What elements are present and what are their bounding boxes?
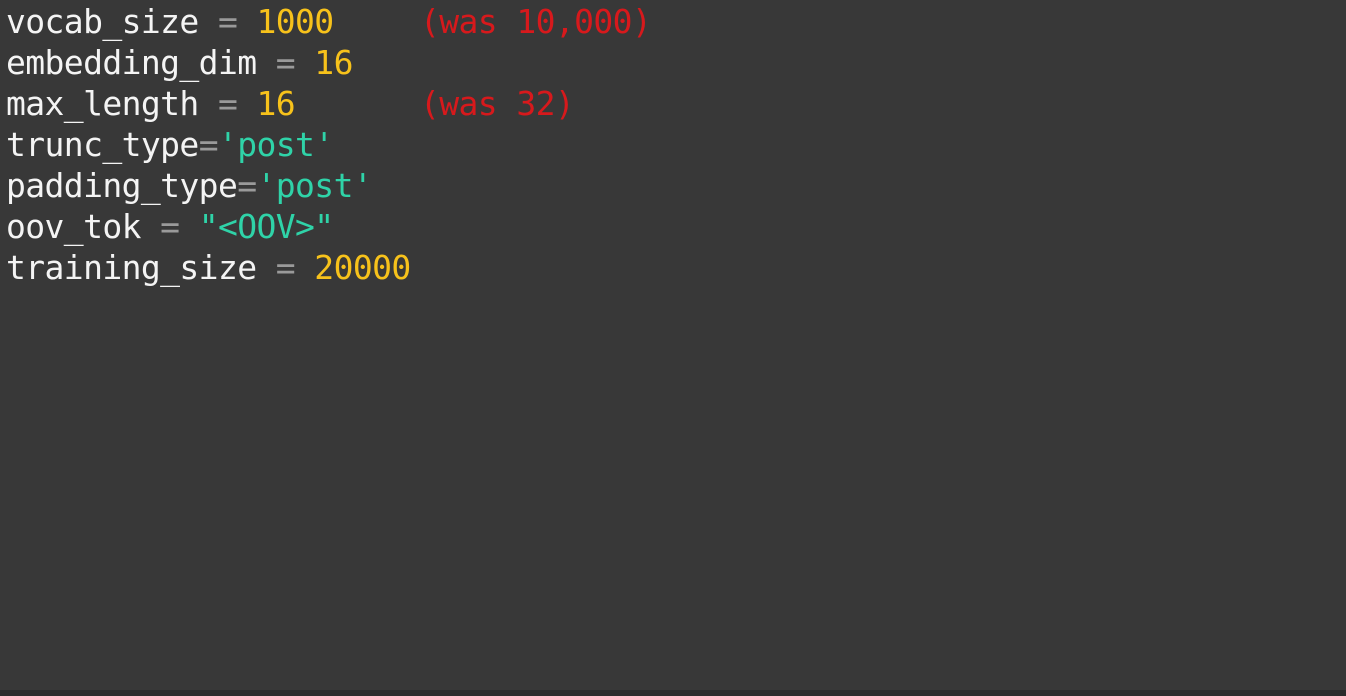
- assignment-operator: =: [256, 43, 315, 82]
- variable-name: training_size: [6, 248, 257, 287]
- code-line-padding-type: padding_type='post': [6, 165, 373, 206]
- variable-name: padding_type: [6, 166, 238, 205]
- variable-name: oov_tok: [6, 207, 141, 246]
- numeric-value: 1000: [256, 2, 335, 41]
- string-value: "<OOV>": [198, 207, 334, 246]
- variable-name: max_length: [6, 84, 199, 123]
- assignment-operator: =: [256, 248, 315, 287]
- assignment-operator: =: [237, 166, 257, 205]
- numeric-value: 16: [256, 84, 296, 123]
- code-line-oov-tok: oov_tok = "<OOV>": [6, 206, 334, 247]
- code-line-training-size: training_size = 20000: [6, 247, 411, 288]
- string-value: 'post': [217, 125, 334, 164]
- variable-name: trunc_type: [6, 125, 199, 164]
- assignment-operator: =: [140, 207, 199, 246]
- bottom-border: [0, 690, 1346, 696]
- numeric-value: 16: [314, 43, 353, 82]
- code-line-embedding-dim: embedding_dim = 16: [6, 42, 353, 83]
- code-editor: vocab_size = 1000 (was 10,000) embedding_…: [0, 0, 1346, 690]
- string-value: 'post': [256, 166, 373, 205]
- numeric-value: 20000: [314, 248, 411, 287]
- assignment-operator: =: [198, 2, 257, 41]
- previous-value-annotation: (was 32): [420, 84, 575, 123]
- variable-name: embedding_dim: [6, 43, 257, 82]
- code-line-vocab-size: vocab_size = 1000 (was 10,000): [6, 1, 652, 42]
- code-line-trunc-type: trunc_type='post': [6, 124, 334, 165]
- assignment-operator: =: [198, 125, 219, 164]
- previous-value-annotation: (was 10,000): [420, 2, 652, 41]
- assignment-operator: =: [198, 84, 257, 123]
- code-line-max-length: max_length = 16 (was 32): [6, 83, 575, 124]
- variable-name: vocab_size: [6, 2, 199, 41]
